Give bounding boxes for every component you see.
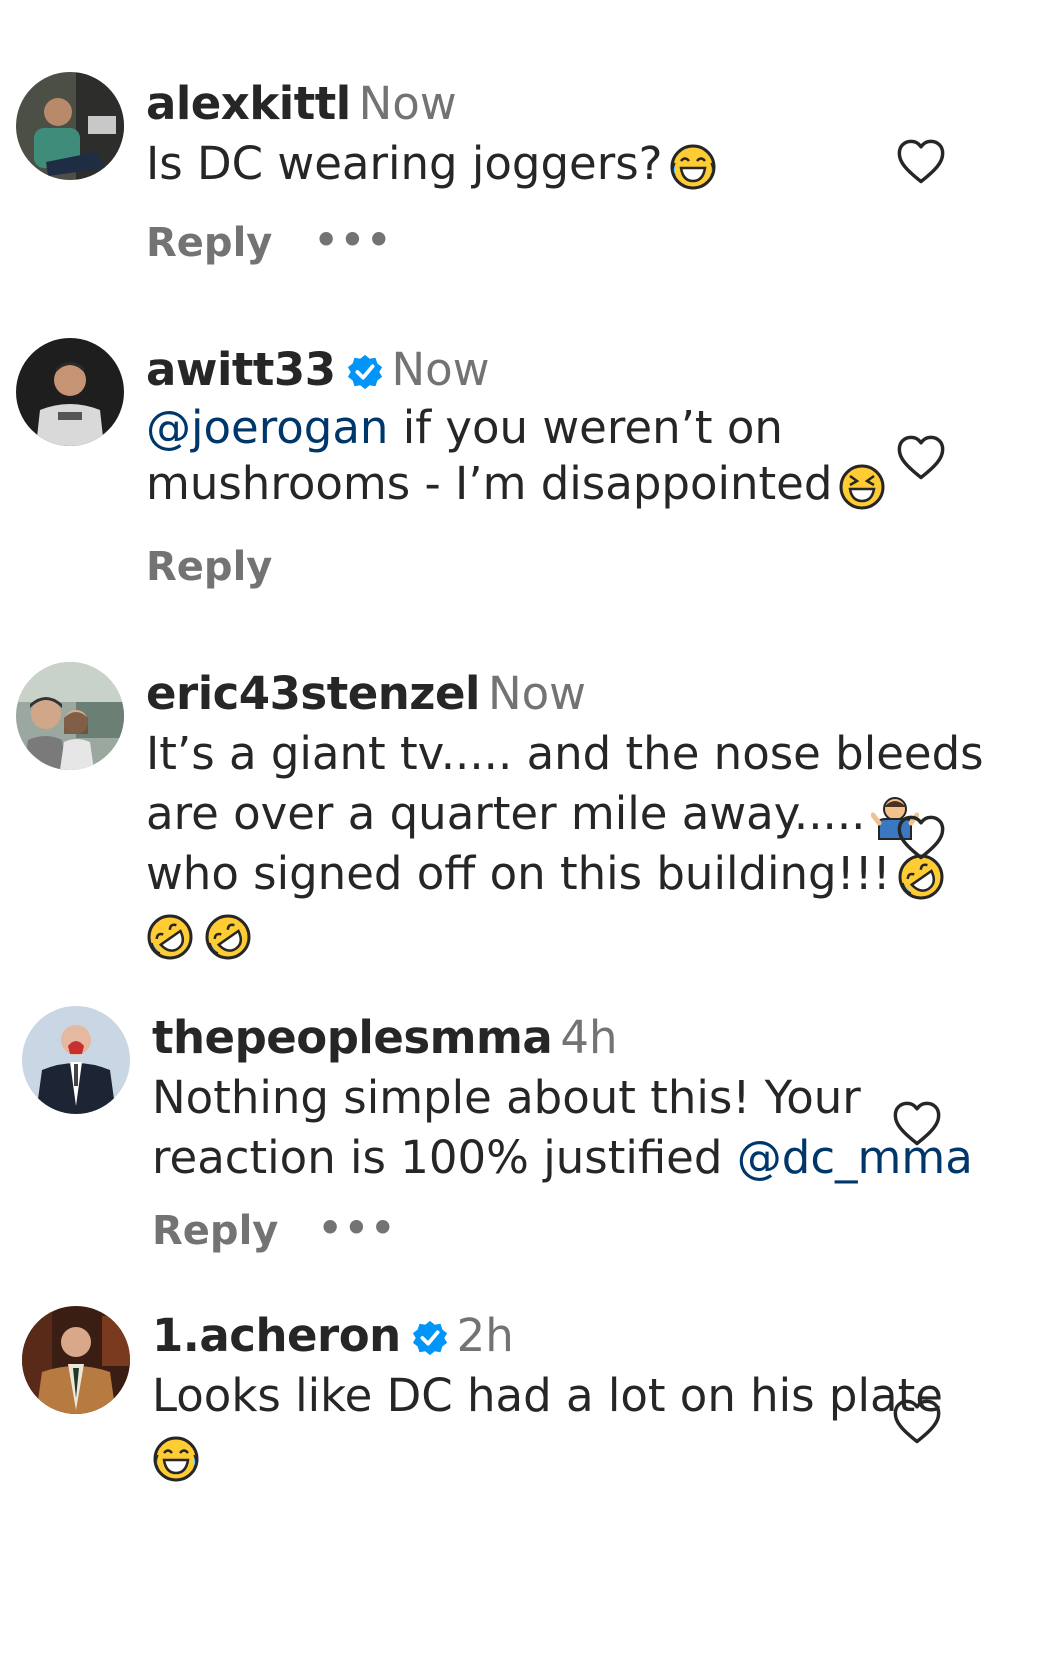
like-heart-icon[interactable] (893, 812, 949, 864)
comment-text (152, 1426, 943, 1486)
like-heart-icon[interactable] (893, 432, 949, 484)
comment-text-line: are over a quarter mile away..... (146, 787, 866, 840)
timestamp: Now (358, 77, 457, 130)
comment-text-line: if you weren’t on (388, 401, 783, 454)
comment-text: reaction is 100% justified @dc_mma (152, 1128, 973, 1188)
verified-badge-icon (411, 1319, 449, 1357)
tears-of-joy-emoji-icon (669, 143, 717, 191)
verified-badge-icon (346, 353, 384, 391)
comment-body: alexkittl Now Is DC wearing joggers? (146, 74, 717, 194)
comment-text: Is DC wearing joggers? (146, 134, 717, 194)
comment-text-line: who signed off on this building!!! (146, 847, 891, 900)
like-heart-icon[interactable] (893, 136, 949, 188)
username[interactable]: thepeoplesmma (152, 1011, 553, 1064)
comment-text (146, 904, 984, 964)
timestamp: 2h (456, 1309, 514, 1362)
more-options-icon[interactable]: ••• (318, 1206, 397, 1250)
comment-header: thepeoplesmma 4h (152, 1008, 973, 1068)
username[interactable]: eric43stenzel (146, 667, 480, 720)
comment-text-line: Looks like DC had a lot on his plate (152, 1369, 943, 1422)
comment-header: awitt33 Now (146, 340, 886, 400)
reply-button[interactable]: Reply (152, 1208, 278, 1254)
comment-body: thepeoplesmma 4h Nothing simple about thi… (152, 1008, 973, 1188)
avatar[interactable] (16, 338, 124, 446)
comment-text: are over a quarter mile away..... (146, 784, 984, 844)
more-options-icon[interactable]: ••• (314, 218, 393, 262)
reply-button[interactable]: Reply (146, 544, 272, 590)
comment-text: @joerogan if you weren’t on (146, 398, 886, 458)
comment-header: eric43stenzel Now (146, 664, 984, 724)
comment-body: 1.acheron 2h Looks like DC had a lot on h… (152, 1306, 943, 1486)
comment-text-line: It’s a giant tv..... and the nose bleeds (146, 727, 984, 780)
comment-body: eric43stenzel Now It’s a giant tv..... an… (146, 664, 984, 964)
comment-text-line: Is DC wearing joggers? (146, 137, 663, 190)
rolling-laughing-emoji-icon (146, 913, 194, 961)
comment-text-line: Nothing simple about this! Your (152, 1071, 861, 1124)
avatar[interactable] (16, 72, 124, 180)
squinting-laugh-emoji-icon (838, 463, 886, 511)
comment-header: alexkittl Now (146, 74, 717, 134)
tears-of-joy-emoji-icon (152, 1435, 200, 1483)
comment-text-line: mushrooms - I’m disappointed (146, 457, 833, 510)
comment-header: 1.acheron 2h (152, 1306, 943, 1366)
comment-body: awitt33 Now @joerogan if you weren’t on m… (146, 340, 886, 514)
mention-link[interactable]: @joerogan (146, 401, 388, 454)
like-heart-icon[interactable] (889, 1396, 945, 1448)
avatar[interactable] (16, 662, 124, 770)
username[interactable]: alexkittl (146, 77, 351, 130)
username[interactable]: awitt33 (146, 343, 336, 396)
avatar[interactable] (22, 1006, 130, 1114)
avatar[interactable] (22, 1306, 130, 1414)
rolling-laughing-emoji-icon (204, 913, 252, 961)
timestamp: Now (487, 667, 586, 720)
comment-text: who signed off on this building!!! (146, 844, 984, 904)
timestamp: Now (391, 343, 490, 396)
username[interactable]: 1.acheron (152, 1309, 401, 1362)
like-heart-icon[interactable] (889, 1098, 945, 1150)
comment-text-line: reaction is 100% justified (152, 1131, 737, 1184)
timestamp: 4h (560, 1011, 618, 1064)
comment-text: mushrooms - I’m disappointed (146, 454, 886, 514)
reply-button[interactable]: Reply (146, 220, 272, 266)
